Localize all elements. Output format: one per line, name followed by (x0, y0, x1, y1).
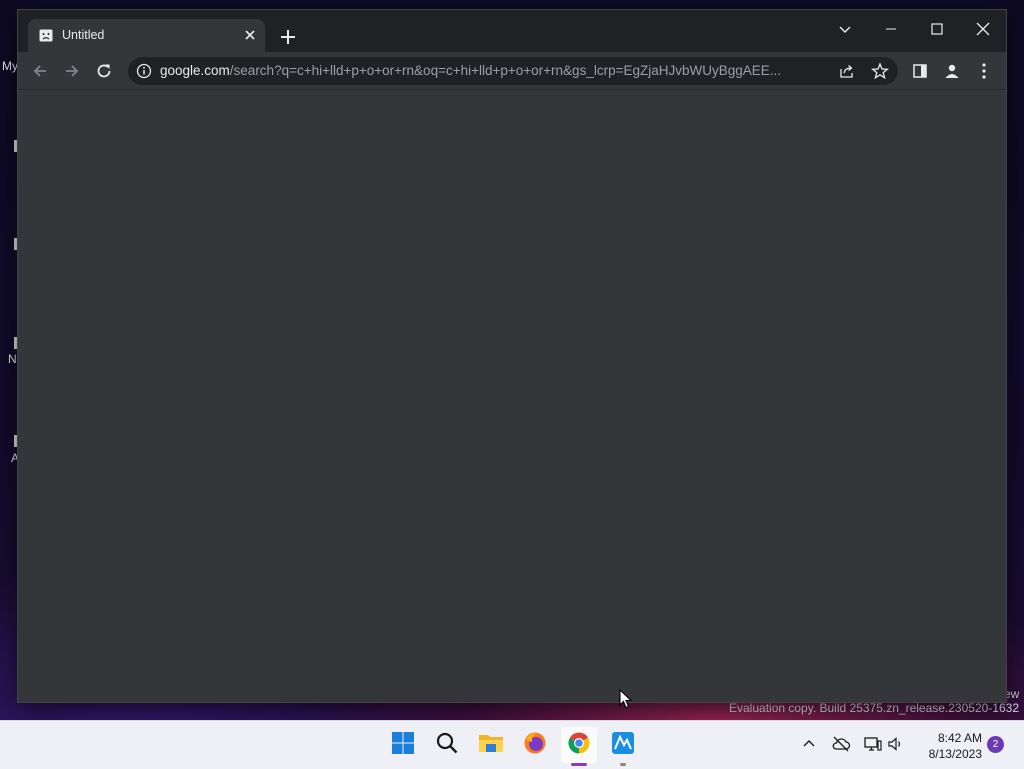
firefox-button[interactable] (517, 727, 553, 763)
app-button[interactable] (605, 727, 641, 766)
search-button[interactable] (429, 727, 465, 763)
browser-window: Untitled google.com/search?q=c+hi+lld+p+… (18, 10, 1006, 702)
url-path: /search?q=c+hi+lld+p+o+or+rn&oq=c+hi+lld… (229, 63, 782, 78)
evaluation-watermark: Evaluation copy. Build 25375.zn_release.… (729, 701, 1019, 715)
folder-icon (478, 731, 504, 760)
notification-badge[interactable]: 2 (987, 736, 1004, 753)
arrow-right-icon[interactable] (60, 59, 84, 83)
star-icon[interactable] (870, 62, 890, 80)
minimize-icon[interactable] (876, 16, 906, 42)
start-button[interactable] (385, 727, 421, 763)
new-tab-icon[interactable] (278, 27, 298, 47)
address-bar[interactable]: google.com/search?q=c+hi+lld+p+o+or+rn&o… (128, 57, 898, 85)
clock-time: 8:42 AM (937, 731, 982, 745)
volume-icon[interactable] (885, 733, 907, 755)
maximize-icon[interactable] (922, 16, 952, 42)
arrow-left-icon[interactable] (28, 59, 52, 83)
profile-icon[interactable] (940, 59, 964, 83)
mouse-cursor-icon (619, 688, 633, 714)
chrome-icon (567, 731, 591, 760)
desktop-icon-label[interactable]: N (8, 352, 17, 366)
browser-toolbar: google.com/search?q=c+hi+lld+p+o+or+rn&o… (18, 52, 1006, 90)
sad-page-icon (39, 29, 53, 42)
side-panel-icon[interactable] (908, 59, 932, 83)
app-icon (611, 731, 635, 760)
share-icon[interactable] (839, 63, 855, 79)
tab-search-icon[interactable] (830, 16, 860, 42)
search-icon (435, 731, 459, 760)
clock[interactable]: 8:42 AM 8/13/2023 (912, 730, 982, 762)
chevron-up-icon[interactable] (798, 733, 820, 755)
reload-icon[interactable] (92, 59, 116, 83)
desktop-icon-label[interactable]: My (2, 59, 18, 73)
tab-strip: Untitled (18, 10, 1006, 52)
url-host: google.com (160, 63, 230, 78)
info-icon[interactable] (136, 63, 152, 79)
kebab-menu-icon[interactable] (972, 59, 996, 83)
tab-untitled[interactable]: Untitled (28, 19, 265, 52)
windows-icon (391, 731, 415, 760)
tab-title: Untitled (62, 28, 105, 42)
cloud-offline-icon[interactable] (830, 733, 852, 755)
firefox-icon (523, 731, 547, 760)
clock-date: 8/13/2023 (928, 747, 982, 761)
active-indicator (571, 763, 587, 766)
file-explorer-button[interactable] (473, 727, 509, 763)
taskbar: 8:42 AM 8/13/2023 2 (0, 720, 1024, 769)
chrome-button[interactable] (561, 727, 597, 766)
close-tab-icon[interactable] (242, 27, 258, 43)
network-icon[interactable] (862, 733, 884, 755)
close-window-icon[interactable] (968, 16, 998, 42)
page-content[interactable] (18, 90, 1006, 702)
running-indicator (620, 763, 626, 766)
watermark-fragment: ew (1004, 687, 1020, 701)
url-text[interactable]: google.com/search?q=c+hi+lld+p+o+or+rn&o… (160, 63, 822, 78)
